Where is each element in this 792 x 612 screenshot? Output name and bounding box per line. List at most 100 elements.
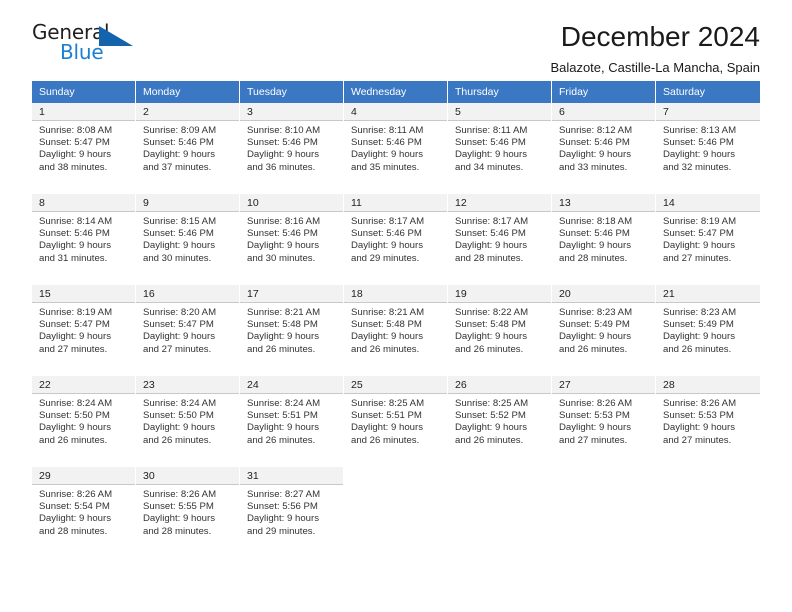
daylight-text-line2: and 36 minutes. xyxy=(247,161,316,173)
daylight-text-line1: Daylight: 9 hours xyxy=(247,422,319,434)
sunrise-text: Sunrise: 8:09 AM xyxy=(143,125,217,136)
day-number: 11 xyxy=(344,194,447,212)
calendar-day-cell[interactable]: 20 Sunrise: 8:23 AM Sunset: 5:49 PM Dayligh… xyxy=(552,285,656,376)
calendar-day-cell[interactable]: 5 Sunrise: 8:11 AM Sunset: 5:46 PM Daylight… xyxy=(448,103,552,194)
calendar-day-cell[interactable]: 7 Sunrise: 8:13 AM Sunset: 5:46 PM Daylight… xyxy=(656,103,760,194)
daylight-text-line2: and 37 minutes. xyxy=(143,161,212,173)
calendar-day-cell[interactable]: 10 Sunrise: 8:16 AM Sunset: 5:46 PM Dayligh… xyxy=(240,194,344,285)
calendar-day-cell[interactable]: 1 Sunrise: 8:08 AM Sunset: 5:47 PM Daylight… xyxy=(32,103,136,194)
day-sun-info: Sunrise: 8:08 AM Sunset: 5:47 PM Daylight:… xyxy=(32,121,135,174)
calendar-cell-empty xyxy=(448,467,552,558)
calendar-day-cell[interactable]: 15 Sunrise: 8:19 AM Sunset: 5:47 PM Dayligh… xyxy=(32,285,136,376)
sunset-text: Sunset: 5:55 PM xyxy=(143,501,214,513)
daylight-text-line1: Daylight: 9 hours xyxy=(455,149,527,161)
sunset-text: Sunset: 5:46 PM xyxy=(247,228,318,240)
daylight-text-line2: and 26 minutes. xyxy=(351,343,420,355)
sunrise-text: Sunrise: 8:24 AM xyxy=(39,398,113,409)
calendar-week-row: 8 Sunrise: 8:14 AM Sunset: 5:46 PM Daylight… xyxy=(32,194,760,285)
calendar-page: General Blue December 2024 Balazote, Cas… xyxy=(0,0,792,612)
day-cell-inner: 1 Sunrise: 8:08 AM Sunset: 5:47 PM Daylight… xyxy=(32,103,135,192)
sunset-text: Sunset: 5:48 PM xyxy=(351,319,422,331)
calendar-day-cell[interactable]: 17 Sunrise: 8:21 AM Sunset: 5:48 PM Dayligh… xyxy=(240,285,344,376)
calendar-day-cell[interactable]: 8 Sunrise: 8:14 AM Sunset: 5:46 PM Daylight… xyxy=(32,194,136,285)
daylight-text-line1: Daylight: 9 hours xyxy=(455,240,527,252)
sunset-text: Sunset: 5:49 PM xyxy=(559,319,630,331)
day-number: 23 xyxy=(136,376,239,394)
sunset-text: Sunset: 5:51 PM xyxy=(247,410,318,422)
daylight-text-line1: Daylight: 9 hours xyxy=(143,331,215,343)
day-cell-inner: 3 Sunrise: 8:10 AM Sunset: 5:46 PM Daylight… xyxy=(240,103,343,192)
calendar-day-cell[interactable]: 21 Sunrise: 8:23 AM Sunset: 5:49 PM Dayligh… xyxy=(656,285,760,376)
calendar-day-cell[interactable]: 4 Sunrise: 8:11 AM Sunset: 5:46 PM Daylight… xyxy=(344,103,448,194)
day-cell-inner: 9 Sunrise: 8:15 AM Sunset: 5:46 PM Daylight… xyxy=(136,194,239,283)
day-number: 2 xyxy=(136,103,239,121)
day-sun-info: Sunrise: 8:26 AM Sunset: 5:54 PM Daylight:… xyxy=(32,485,135,538)
general-blue-logo[interactable]: General Blue xyxy=(32,20,144,72)
day-number: 3 xyxy=(240,103,343,121)
calendar-day-cell[interactable]: 18 Sunrise: 8:21 AM Sunset: 5:48 PM Dayligh… xyxy=(344,285,448,376)
calendar-day-cell[interactable]: 13 Sunrise: 8:18 AM Sunset: 5:46 PM Dayligh… xyxy=(552,194,656,285)
sunset-text: Sunset: 5:48 PM xyxy=(455,319,526,331)
weekday-header-tuesday: Tuesday xyxy=(240,81,344,103)
calendar-day-cell[interactable]: 12 Sunrise: 8:17 AM Sunset: 5:46 PM Dayligh… xyxy=(448,194,552,285)
sunset-text: Sunset: 5:52 PM xyxy=(455,410,526,422)
day-cell-inner: 25 Sunrise: 8:25 AM Sunset: 5:51 PM Dayligh… xyxy=(344,376,447,465)
day-sun-info: Sunrise: 8:16 AM Sunset: 5:46 PM Daylight:… xyxy=(240,212,343,265)
sunset-text: Sunset: 5:46 PM xyxy=(39,228,110,240)
day-number: 15 xyxy=(32,285,135,303)
calendar-day-cell[interactable]: 19 Sunrise: 8:22 AM Sunset: 5:48 PM Dayligh… xyxy=(448,285,552,376)
calendar-day-cell[interactable]: 29 Sunrise: 8:26 AM Sunset: 5:54 PM Dayligh… xyxy=(32,467,136,558)
calendar-day-cell[interactable]: 22 Sunrise: 8:24 AM Sunset: 5:50 PM Dayligh… xyxy=(32,376,136,467)
calendar-week-row: 15 Sunrise: 8:19 AM Sunset: 5:47 PM Dayligh… xyxy=(32,285,760,376)
day-cell-inner: 2 Sunrise: 8:09 AM Sunset: 5:46 PM Daylight… xyxy=(136,103,239,192)
daylight-text-line2: and 31 minutes. xyxy=(39,252,108,264)
calendar-day-cell[interactable]: 3 Sunrise: 8:10 AM Sunset: 5:46 PM Daylight… xyxy=(240,103,344,194)
calendar-day-cell[interactable]: 14 Sunrise: 8:19 AM Sunset: 5:47 PM Dayligh… xyxy=(656,194,760,285)
calendar-day-cell[interactable]: 30 Sunrise: 8:26 AM Sunset: 5:55 PM Dayligh… xyxy=(136,467,240,558)
calendar-day-cell[interactable]: 25 Sunrise: 8:25 AM Sunset: 5:51 PM Dayligh… xyxy=(344,376,448,467)
day-sun-info: Sunrise: 8:14 AM Sunset: 5:46 PM Daylight:… xyxy=(32,212,135,265)
calendar-day-cell[interactable]: 6 Sunrise: 8:12 AM Sunset: 5:46 PM Daylight… xyxy=(552,103,656,194)
title-block: December 2024 Balazote, Castille-La Manc… xyxy=(144,20,760,79)
sunrise-text: Sunrise: 8:21 AM xyxy=(351,307,425,318)
daylight-text-line1: Daylight: 9 hours xyxy=(455,331,527,343)
sunset-text: Sunset: 5:46 PM xyxy=(143,228,214,240)
sunrise-text: Sunrise: 8:27 AM xyxy=(247,489,321,500)
sunrise-text: Sunrise: 8:22 AM xyxy=(455,307,529,318)
calendar-day-cell[interactable]: 9 Sunrise: 8:15 AM Sunset: 5:46 PM Daylight… xyxy=(136,194,240,285)
day-sun-info: Sunrise: 8:11 AM Sunset: 5:46 PM Daylight:… xyxy=(344,121,447,174)
calendar-day-cell[interactable]: 31 Sunrise: 8:27 AM Sunset: 5:56 PM Dayligh… xyxy=(240,467,344,558)
day-sun-info: Sunrise: 8:19 AM Sunset: 5:47 PM Daylight:… xyxy=(32,303,135,356)
calendar-day-cell[interactable]: 28 Sunrise: 8:26 AM Sunset: 5:53 PM Dayligh… xyxy=(656,376,760,467)
weekday-header-monday: Monday xyxy=(136,81,240,103)
daylight-text-line2: and 26 minutes. xyxy=(559,343,628,355)
daylight-text-line2: and 30 minutes. xyxy=(247,252,316,264)
day-cell-inner xyxy=(656,467,760,556)
daylight-text-line2: and 26 minutes. xyxy=(663,343,732,355)
calendar-day-cell[interactable]: 26 Sunrise: 8:25 AM Sunset: 5:52 PM Dayligh… xyxy=(448,376,552,467)
calendar-day-cell[interactable]: 2 Sunrise: 8:09 AM Sunset: 5:46 PM Daylight… xyxy=(136,103,240,194)
day-number: 29 xyxy=(32,467,135,485)
daylight-text-line2: and 27 minutes. xyxy=(39,343,108,355)
day-number: 25 xyxy=(344,376,447,394)
calendar-day-cell[interactable]: 11 Sunrise: 8:17 AM Sunset: 5:46 PM Dayligh… xyxy=(344,194,448,285)
day-number: 14 xyxy=(656,194,760,212)
day-sun-info: Sunrise: 8:11 AM Sunset: 5:46 PM Daylight:… xyxy=(448,121,551,174)
daylight-text-line2: and 33 minutes. xyxy=(559,161,628,173)
day-number: 26 xyxy=(448,376,551,394)
daylight-text-line2: and 28 minutes. xyxy=(39,525,108,537)
day-cell-inner: 24 Sunrise: 8:24 AM Sunset: 5:51 PM Dayligh… xyxy=(240,376,343,465)
day-number xyxy=(448,467,551,485)
calendar-day-cell[interactable]: 23 Sunrise: 8:24 AM Sunset: 5:50 PM Dayligh… xyxy=(136,376,240,467)
daylight-text-line2: and 35 minutes. xyxy=(351,161,420,173)
day-sun-info: Sunrise: 8:15 AM Sunset: 5:46 PM Daylight:… xyxy=(136,212,239,265)
calendar-day-cell[interactable]: 16 Sunrise: 8:20 AM Sunset: 5:47 PM Dayligh… xyxy=(136,285,240,376)
weekday-header-friday: Friday xyxy=(552,81,656,103)
calendar-day-cell[interactable]: 24 Sunrise: 8:24 AM Sunset: 5:51 PM Dayligh… xyxy=(240,376,344,467)
day-number: 10 xyxy=(240,194,343,212)
calendar-day-cell[interactable]: 27 Sunrise: 8:26 AM Sunset: 5:53 PM Dayligh… xyxy=(552,376,656,467)
daylight-text-line2: and 27 minutes. xyxy=(143,343,212,355)
day-sun-info xyxy=(448,485,551,489)
page-header: General Blue December 2024 Balazote, Cas… xyxy=(32,0,760,75)
daylight-text-line1: Daylight: 9 hours xyxy=(351,240,423,252)
